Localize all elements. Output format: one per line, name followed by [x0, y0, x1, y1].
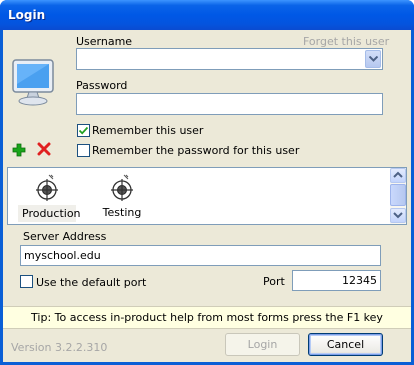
chevron-down-icon [393, 212, 403, 219]
window-title: Login [8, 8, 46, 22]
username-combobox[interactable] [76, 48, 383, 70]
server-label: Testing [102, 206, 142, 219]
dialog-body: Username Forget this user Password Remem… [3, 30, 411, 362]
remember-user-checkbox[interactable] [77, 124, 90, 137]
password-field[interactable] [76, 93, 383, 115]
remember-password-label: Remember the password for this user [92, 144, 300, 157]
server-item-production[interactable]: Production [18, 174, 81, 222]
version-label: Version 3.2.2.310 [11, 341, 108, 354]
remember-password-checkbox[interactable] [77, 144, 90, 157]
forget-user-link[interactable]: Forget this user [303, 35, 389, 48]
port-field[interactable]: 12345 [292, 270, 381, 291]
chevron-down-icon [369, 56, 378, 62]
computer-monitor-icon [9, 56, 61, 111]
tip-bar: Tip: To access in-product help from most… [3, 306, 411, 329]
server-address-field[interactable]: myschool.edu [20, 245, 381, 266]
scroll-thumb[interactable] [390, 184, 406, 206]
server-item-testing[interactable]: Testing [96, 174, 148, 220]
password-label: Password [76, 79, 128, 92]
username-dropdown-button[interactable] [365, 50, 381, 68]
remember-user-label: Remember this user [92, 124, 204, 137]
server-list-scrollbar[interactable] [390, 168, 406, 224]
login-window: Login Username Forget this user Password [0, 0, 414, 365]
checkmark-icon [79, 126, 88, 135]
scroll-up-button[interactable] [390, 168, 406, 183]
cancel-button[interactable]: Cancel [308, 333, 383, 356]
server-label: Production [18, 205, 81, 222]
server-target-icon [36, 174, 58, 201]
username-label: Username [76, 35, 133, 48]
scroll-down-button[interactable] [390, 208, 406, 223]
port-label: Port [263, 275, 285, 288]
chevron-up-icon [393, 171, 403, 178]
login-button[interactable]: Login [225, 333, 300, 356]
remove-user-icon[interactable] [37, 142, 51, 159]
default-port-label: Use the default port [36, 276, 147, 289]
server-address-label: Server Address [23, 230, 107, 243]
title-bar[interactable]: Login [0, 0, 414, 30]
server-target-icon [111, 174, 133, 201]
server-list[interactable]: Production Testing [7, 167, 407, 225]
default-port-checkbox[interactable] [20, 275, 33, 288]
add-user-icon[interactable] [12, 143, 26, 160]
